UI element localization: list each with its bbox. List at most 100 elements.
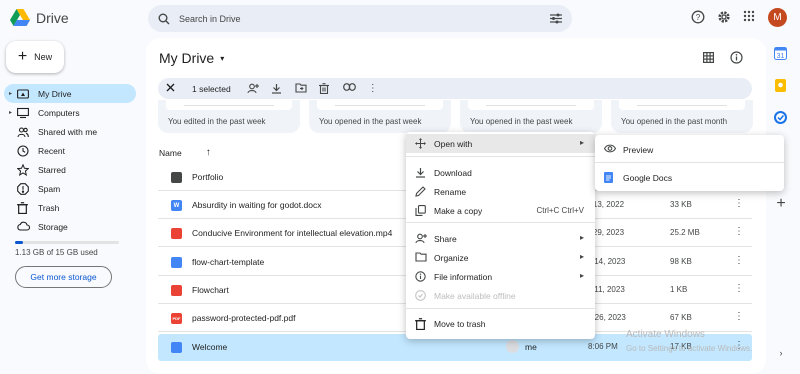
- expand-arrow-icon[interactable]: ▸: [9, 90, 12, 97]
- menu-item-label: Make available offline: [434, 291, 516, 301]
- avatar[interactable]: M: [768, 8, 787, 27]
- svg-text:?: ?: [696, 13, 701, 22]
- sidebar-item-storage[interactable]: Storage: [4, 217, 136, 236]
- expand-arrow-icon[interactable]: ▸: [9, 109, 12, 116]
- word-file-icon: W: [171, 200, 182, 211]
- sidebar-item-my-drive[interactable]: ▸ My Drive: [4, 84, 136, 103]
- menu-item-share[interactable]: Share ▸: [406, 229, 595, 248]
- menu-item-label: Organize: [434, 253, 469, 263]
- apps-grid-icon[interactable]: [743, 10, 759, 26]
- row-more-actions-icon[interactable]: ⋮: [734, 199, 744, 209]
- computer-icon: [17, 107, 29, 119]
- get-more-storage-button[interactable]: Get more storage: [15, 266, 112, 288]
- settings-icon[interactable]: [717, 10, 733, 26]
- submenu-arrow-icon: ▸: [579, 271, 584, 280]
- file-modified-date: 8:06 PM: [588, 342, 618, 351]
- doc-file-icon: [171, 342, 182, 353]
- suggested-file-card[interactable]: You opened in the past week: [309, 100, 451, 133]
- search-options-icon[interactable]: [550, 13, 562, 24]
- trash-icon[interactable]: [318, 82, 331, 95]
- suggested-reason: You opened in the past month: [621, 117, 728, 126]
- row-more-actions-icon[interactable]: ⋮: [734, 312, 744, 322]
- clock-icon: [17, 144, 29, 157]
- close-icon[interactable]: [166, 83, 178, 95]
- link-icon[interactable]: [342, 82, 356, 95]
- move-to-folder-icon[interactable]: [295, 82, 307, 95]
- file-name: Welcome: [192, 342, 228, 352]
- column-header-name-label: Name: [159, 147, 182, 158]
- keep-icon[interactable]: [774, 79, 788, 93]
- share-person-add-icon[interactable]: [247, 83, 259, 95]
- menu-item-download[interactable]: Download: [406, 163, 595, 182]
- search-input[interactable]: Search in Drive: [179, 14, 241, 24]
- submenu-arrow-icon: ▸: [579, 252, 584, 261]
- sidebar-item-label: Starred: [38, 164, 66, 175]
- more-options-icon[interactable]: ⋮: [367, 83, 379, 95]
- row-more-actions-icon[interactable]: ⋮: [734, 256, 744, 266]
- activate-windows-watermark-subtext: Go to Settings to activate Windows.: [626, 344, 753, 353]
- file-thumbnail: [166, 100, 292, 110]
- add-on-plus-icon[interactable]: +: [774, 196, 788, 212]
- sidebar-item-trash[interactable]: Trash: [4, 198, 136, 217]
- tasks-icon[interactable]: [774, 111, 788, 125]
- search-bar[interactable]: Search in Drive: [148, 5, 572, 32]
- suggested-file-card[interactable]: You opened in the past week: [460, 100, 602, 133]
- menu-item-label: Make a copy: [434, 206, 483, 216]
- suggested-file-card[interactable]: You edited in the past week: [158, 100, 300, 133]
- sidebar-item-recent[interactable]: Recent: [4, 141, 136, 160]
- calendar-icon[interactable]: 31: [774, 47, 788, 61]
- row-more-actions-icon[interactable]: ⋮: [734, 284, 744, 294]
- help-icon[interactable]: ?: [691, 10, 707, 26]
- owner-avatar: [506, 340, 519, 353]
- page-title[interactable]: My Drive ▾: [159, 50, 224, 66]
- file-owner: me: [506, 340, 537, 353]
- sidebar-item-label: Shared with me: [38, 126, 98, 137]
- people-icon: [17, 126, 29, 138]
- suggested-reason: You edited in the past week: [168, 117, 266, 126]
- submenu-arrow-icon: ▸: [579, 138, 584, 147]
- sidebar-item-computers[interactable]: ▸ Computers: [4, 103, 136, 122]
- open-with-preview[interactable]: Preview: [595, 138, 784, 160]
- open-with-google-docs[interactable]: Google Docs: [595, 166, 784, 188]
- menu-item-file-information[interactable]: File information ▸: [406, 267, 595, 286]
- person-add-icon: [415, 233, 427, 244]
- row-more-actions-icon[interactable]: ⋮: [734, 227, 744, 237]
- copy-icon: [415, 205, 426, 216]
- context-menu: Open with ▸ Download Rename Make a copy Ctrl+…: [406, 132, 595, 339]
- plus-icon: +: [17, 48, 28, 65]
- sort-arrow-up-icon[interactable]: ↑: [206, 147, 211, 158]
- drive-logo[interactable]: Drive: [10, 8, 69, 28]
- search-icon[interactable]: [158, 13, 170, 25]
- sidebar-item-label: Computers: [38, 107, 80, 118]
- pdf-label-file-icon: PDF: [171, 313, 182, 324]
- eye-icon: [604, 144, 616, 155]
- open-with-submenu: Preview Google Docs: [595, 135, 784, 191]
- menu-item-open-with[interactable]: Open with ▸: [406, 134, 595, 153]
- app-name: Drive: [36, 10, 69, 26]
- column-header-name[interactable]: Name ↑: [159, 147, 211, 158]
- menu-item-make-a-copy[interactable]: Make a copy Ctrl+C Ctrl+V: [406, 201, 595, 220]
- sidebar-item-shared-with-me[interactable]: Shared with me: [4, 122, 136, 141]
- move-icon: [415, 138, 426, 149]
- menu-item-move-to-trash[interactable]: Move to trash: [406, 314, 595, 333]
- menu-item-make-available-offline: Make available offline: [406, 286, 595, 305]
- menu-item-shortcut: Ctrl+C Ctrl+V: [536, 206, 584, 215]
- pencil-icon: [415, 186, 426, 197]
- new-button[interactable]: + New: [6, 41, 64, 73]
- download-icon[interactable]: [271, 83, 283, 95]
- trash-icon: [17, 201, 29, 214]
- sidebar-item-starred[interactable]: Starred: [4, 160, 136, 179]
- doc-file-icon: [171, 257, 182, 268]
- grid-view-icon[interactable]: [703, 52, 714, 63]
- details-info-icon[interactable]: [730, 51, 743, 64]
- menu-item-label: Download: [434, 168, 472, 178]
- file-name: Portfolio: [192, 172, 224, 182]
- sidebar-item-spam[interactable]: Spam: [4, 179, 136, 198]
- caret-down-icon: ▾: [220, 53, 225, 63]
- menu-item-organize[interactable]: Organize ▸: [406, 248, 595, 267]
- menu-item-rename[interactable]: Rename: [406, 182, 595, 201]
- suggested-file-card[interactable]: You opened in the past month: [611, 100, 753, 133]
- chevron-right-icon[interactable]: ›: [774, 348, 788, 362]
- open-with-preview-label: Preview: [623, 145, 654, 155]
- file-thumbnail: [317, 100, 443, 110]
